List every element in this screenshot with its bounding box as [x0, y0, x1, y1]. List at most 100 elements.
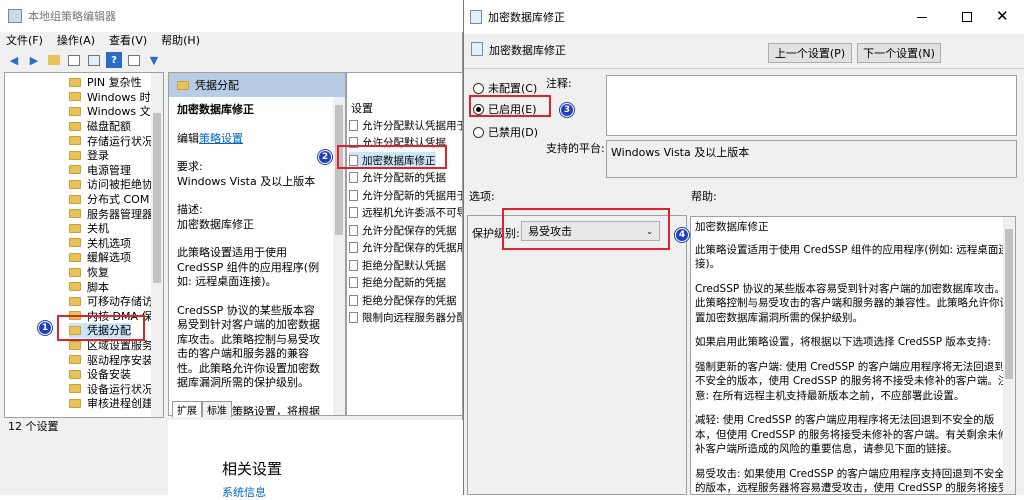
comment-textarea[interactable] [606, 75, 1017, 136]
menu-action[interactable]: 操作(A) [57, 32, 95, 48]
setting-row[interactable]: 拒绝分配新的凭据 [349, 275, 446, 291]
policy-setting-icon [349, 259, 358, 271]
policy-header-icon [471, 42, 483, 56]
setting-row[interactable]: 允许分配新的凭据 [349, 170, 446, 186]
tree-item-label: 磁盘配额 [87, 120, 131, 134]
setting-row[interactable]: 允许分配新的凭据用于仅 [349, 187, 462, 203]
radio-label: 未配置(C) [488, 82, 538, 95]
tree-item-label: 登录 [87, 149, 109, 163]
tree-item[interactable]: 审核进程创建 [69, 396, 153, 411]
folder-icon [69, 340, 81, 350]
back-arrow-icon[interactable]: ◀ [6, 52, 22, 68]
tree-item[interactable]: 驱动程序安装 [69, 352, 153, 367]
annotation-badge-2: 2 [318, 150, 332, 164]
show-tree-icon[interactable] [66, 52, 82, 68]
tree-item[interactable]: Windows 文件保 [69, 104, 163, 119]
tree-item[interactable]: 分布式 COM [69, 192, 149, 207]
tree-scrollbar[interactable] [151, 73, 163, 417]
setting-label: 允许分配保存的凭据用于 [362, 242, 462, 254]
folder-icon [69, 282, 81, 292]
tab-extended[interactable]: 扩展 [172, 401, 202, 417]
folder-icon [69, 384, 81, 394]
setting-row[interactable]: 允许分配默认凭据用于仅 [349, 117, 462, 133]
next-setting-button[interactable]: 下一个设置(N) [857, 43, 941, 63]
tab-standard[interactable]: 标准 [202, 401, 232, 417]
folder-icon [69, 398, 81, 408]
dialog-header: 加密数据库修正 [489, 44, 566, 57]
tree-item[interactable]: 登录 [69, 148, 109, 163]
settings-col-header: 设置 [351, 102, 373, 115]
minimize-icon[interactable] [917, 17, 927, 18]
forward-arrow-icon[interactable]: ▶ [26, 52, 42, 68]
menu-help[interactable]: 帮助(H) [161, 32, 200, 48]
menu-file[interactable]: 文件(F) [6, 32, 43, 48]
req-label: 要求: [177, 160, 203, 173]
prev-setting-button[interactable]: 上一个设置(P) [768, 43, 852, 63]
setting-row[interactable]: 允许分配保存的凭据 [349, 222, 457, 238]
menu-bar: 文件(F) 操作(A) 查看(V) 帮助(H) [0, 32, 463, 48]
radio-label: 已禁用(D) [488, 126, 539, 139]
help-title: 加密数据库修正 [695, 221, 769, 233]
help-para-1: 此策略设置适用于使用 CredSSP 组件的应用程序(例如: 远程桌面连接)。 [695, 243, 1009, 271]
folder-icon [69, 296, 81, 306]
platform-box: Windows Vista 及以上版本 [606, 140, 1017, 178]
folder-up-icon[interactable] [46, 52, 62, 68]
desc-value: 加密数据库修正 [177, 217, 254, 231]
help-scrollbar[interactable] [1003, 217, 1015, 494]
tree-item[interactable]: Windows 时间服 [69, 90, 163, 105]
desc-para-1: 此策略设置适用于使用 CredSSP 组件的应用程序(例如: 远程桌面连接)。 [177, 246, 320, 288]
view-tabs: 扩展 标准 [172, 401, 232, 417]
tree-item[interactable]: 恢复 [69, 265, 109, 280]
radio-not-configured[interactable]: 未配置(C) [473, 80, 537, 96]
export-list-icon[interactable] [86, 52, 102, 68]
menu-view[interactable]: 查看(V) [109, 32, 147, 48]
desc-para-2: CredSSP 协议的某些版本容易受到针对客户端的加密数据库攻击。此策略控制与易… [177, 303, 320, 390]
tree-item-label: 脚本 [87, 280, 109, 294]
setting-row[interactable]: 限制向远程服务器分配凭 [349, 310, 462, 326]
main-titlebar: 本地组策略编辑器 [0, 0, 463, 32]
tree-item[interactable]: 脚本 [69, 279, 109, 294]
filter-icon[interactable]: ▼ [146, 52, 162, 68]
tree-item[interactable]: 服务器管理器 [69, 206, 153, 221]
gpedit-window: 本地组策略编辑器 文件(F) 操作(A) 查看(V) 帮助(H) ◀ ▶ ? ▼… [0, 0, 464, 499]
policy-setting-icon [349, 312, 358, 323]
tree-item[interactable]: 磁盘配额 [69, 119, 131, 134]
help-para-4: 强制更新的客户端: 使用 CredSSP 的客户端应用程序将无法回退到不安全的版… [695, 360, 1009, 402]
setting-row[interactable]: 允许分配保存的凭据用于 [349, 240, 462, 256]
edit-policy-link[interactable]: 策略设置 [199, 132, 243, 145]
maximize-icon[interactable] [962, 12, 972, 22]
tree-item[interactable]: 可移动存储访问 [69, 294, 163, 309]
setting-row[interactable]: 远程机允许委派不可导出 [349, 205, 462, 221]
setting-label: 远程机允许委派不可导出 [362, 207, 462, 219]
setting-label: 允许分配保存的凭据 [362, 224, 457, 237]
tree-item[interactable]: 缓解选项 [69, 250, 131, 265]
options-panel: 保护级别: 易受攻击 ⌄ [467, 215, 687, 495]
setting-row[interactable]: 拒绝分配默认凭据 [349, 257, 446, 273]
folder-icon [69, 106, 81, 116]
tree-item[interactable]: 设备运行状况证 [69, 382, 163, 397]
radio-disabled[interactable]: 已禁用(D) [473, 124, 538, 140]
system-info-link[interactable]: 系统信息 [222, 484, 266, 500]
tree-item[interactable]: 关机选项 [69, 236, 131, 251]
tree-item[interactable]: PIN 复杂性 [69, 75, 142, 90]
annotation-box-2 [337, 145, 447, 169]
folder-icon [69, 223, 81, 233]
folder-icon [69, 209, 81, 219]
tree-item-label: 电源管理 [87, 163, 131, 177]
close-icon[interactable]: ✕ [996, 7, 1009, 25]
setting-label: 拒绝分配新的凭据 [362, 277, 446, 289]
tree-item[interactable]: 电源管理 [69, 163, 131, 178]
tree-item[interactable]: 存储运行状况 [69, 133, 153, 148]
desc-title: 加密数据库修正 [177, 103, 254, 116]
properties-icon[interactable] [126, 52, 142, 68]
tree-item[interactable]: 关机 [69, 221, 109, 236]
tree-item[interactable]: 设备安装 [69, 367, 131, 382]
tree-pane: PIN 复杂性Windows 时间服Windows 文件保磁盘配额存储运行状况登… [4, 72, 164, 418]
tree-item[interactable]: 访问被拒绝协助 [69, 177, 163, 192]
tree-item-label: 分布式 COM [87, 193, 150, 207]
setting-row[interactable]: 拒绝分配保存的凭据 [349, 292, 457, 308]
policy-setting-icon [349, 224, 358, 236]
help-icon[interactable]: ? [106, 52, 122, 68]
setting-label: 允许分配默认凭据用于仅 [362, 119, 462, 132]
comment-label: 注释: [546, 77, 572, 90]
